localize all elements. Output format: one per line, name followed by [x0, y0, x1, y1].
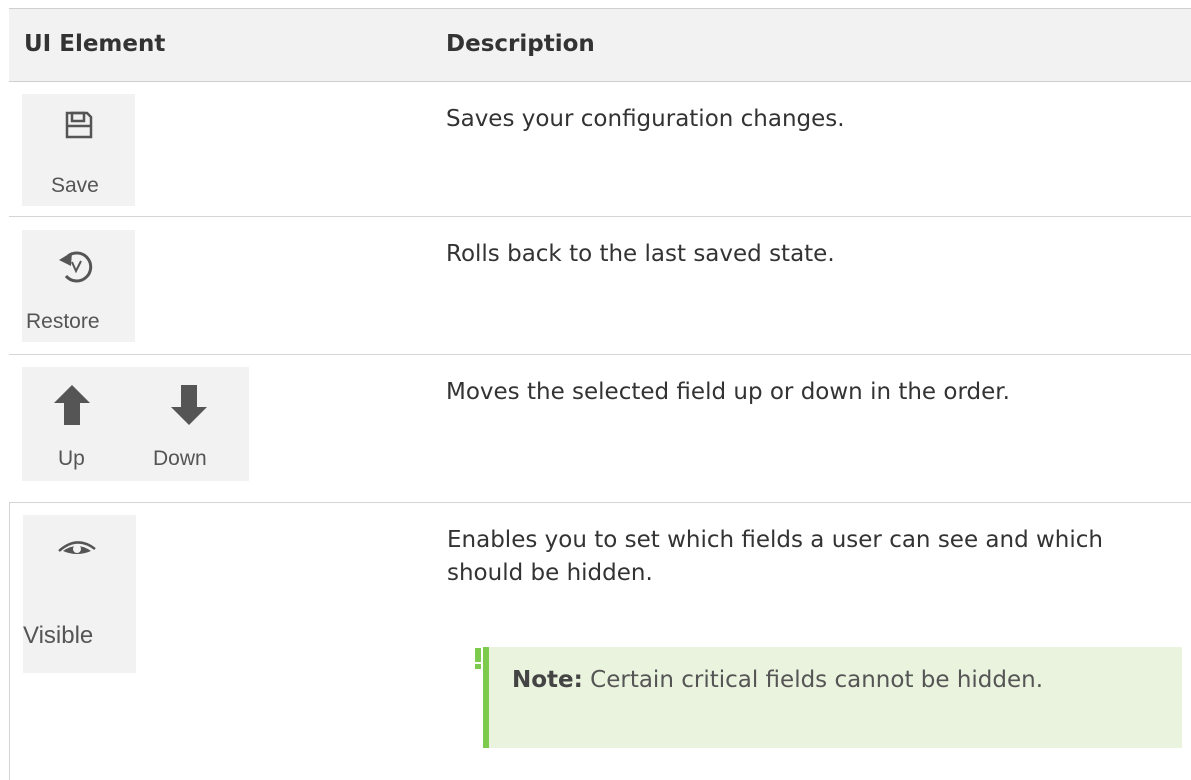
restore-description: Rolls back to the last saved state. — [446, 241, 835, 267]
up-down-buttons: Up Down — [22, 367, 249, 481]
visible-label: Visible — [23, 622, 94, 649]
eye-icon — [58, 541, 96, 554]
save-button[interactable]: Save — [22, 94, 135, 206]
save-description: Saves your configuration changes. — [446, 106, 845, 132]
table-row: Restore Rolls back to the last saved sta… — [9, 217, 1191, 355]
visible-description: Enables you to set which fields a user c… — [447, 527, 1103, 586]
table-row: Up Down Moves the selected field up or d… — [9, 355, 1191, 503]
up-down-description: Moves the selected field up or down in t… — [446, 379, 1010, 405]
table-row: Visible Enables you to set which fields … — [9, 503, 1191, 780]
restore-button[interactable]: Restore — [22, 230, 135, 342]
table-row: Save Saves your configuration changes. — [9, 82, 1191, 217]
exclamation-icon — [475, 648, 481, 669]
note-text: Certain critical fields cannot be hidden… — [590, 667, 1044, 693]
up-button[interactable]: Up — [22, 367, 132, 481]
table-header: UI Element Description — [9, 8, 1191, 82]
up-label: Up — [58, 447, 85, 470]
down-label: Down — [153, 447, 207, 470]
note-label: Note: — [512, 667, 583, 693]
column-header-ui-element: UI Element — [24, 31, 166, 57]
save-label: Save — [51, 174, 99, 197]
restore-icon — [59, 251, 93, 283]
restore-label: Restore — [26, 310, 100, 333]
save-icon — [65, 111, 93, 139]
down-button[interactable]: Down — [139, 367, 249, 481]
visible-button[interactable]: Visible — [23, 515, 136, 673]
note-callout: Note: Certain critical fields cannot be … — [483, 647, 1182, 748]
column-header-description: Description — [446, 31, 595, 57]
arrow-down-icon — [171, 385, 207, 425]
arrow-up-icon — [54, 385, 90, 425]
